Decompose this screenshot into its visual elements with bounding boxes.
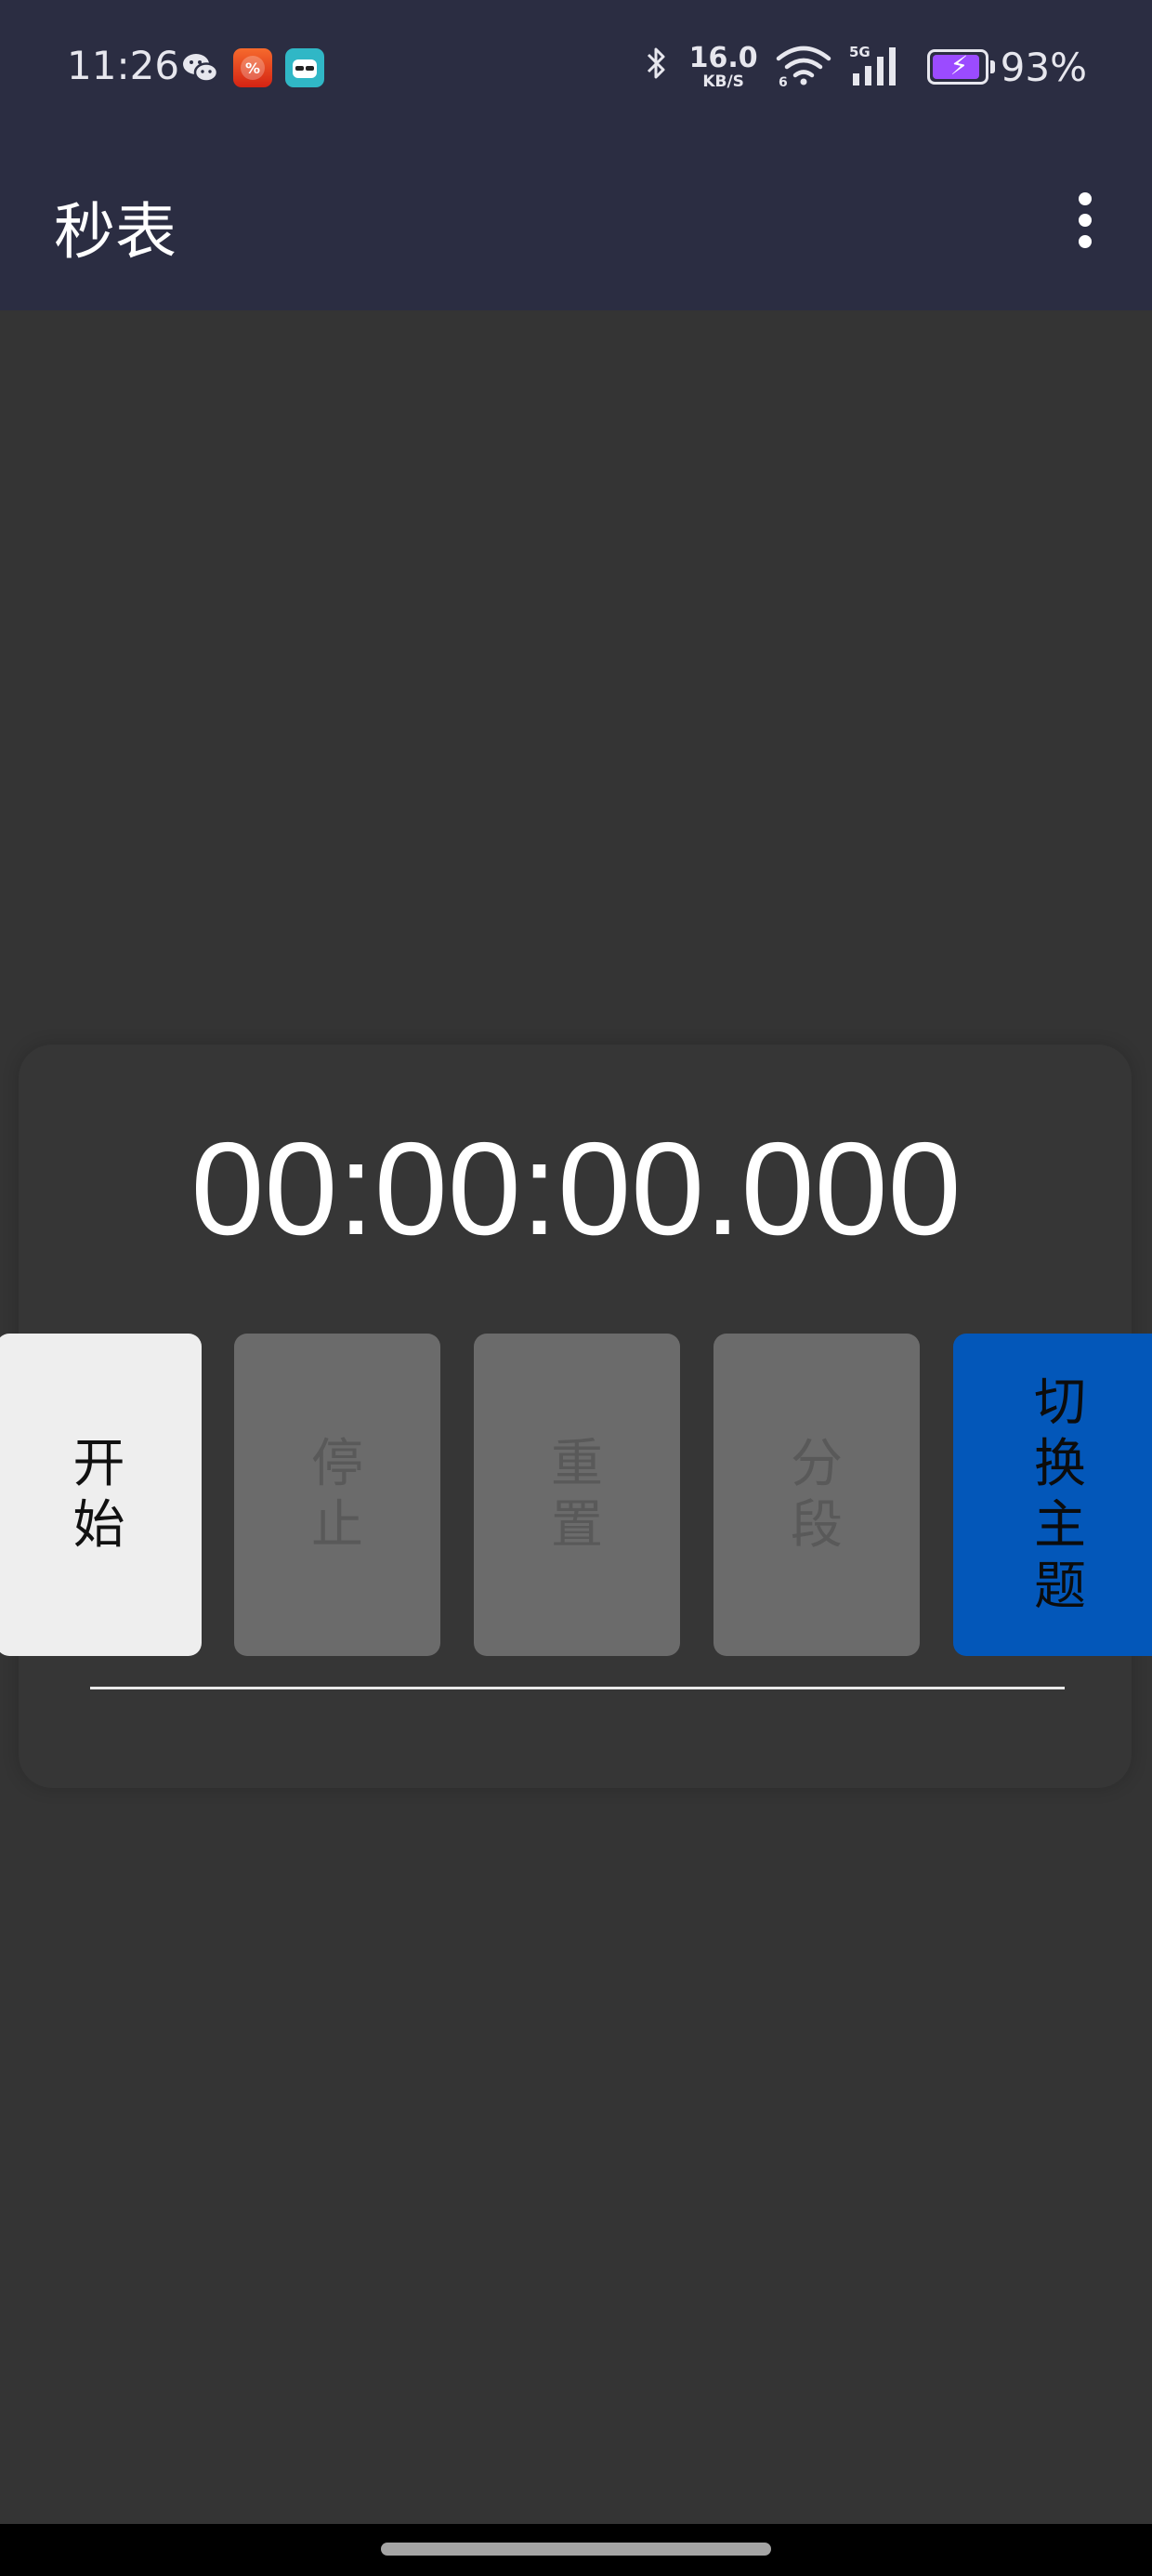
wifi-6-label: 6 [779, 75, 788, 86]
battery-percent: 93% [1000, 44, 1087, 90]
home-gesture-handle[interactable] [381, 2543, 771, 2556]
bluetooth-icon [645, 45, 669, 90]
cellular-signal-icon: 5G [849, 44, 905, 90]
network-speed: 16.0 KB/S [688, 41, 758, 91]
switch-theme-button-label: 切换主题 [1034, 1372, 1086, 1617]
svg-text:%: % [245, 59, 260, 77]
red-app-icon: % [233, 48, 272, 87]
lap-button[interactable]: 分段 [713, 1334, 920, 1656]
start-button[interactable]: 开始 [0, 1334, 202, 1656]
reset-button-label: 重置 [551, 1433, 603, 1556]
battery-indicator: ⚡ 93% [926, 44, 1087, 90]
start-button-label: 开始 [72, 1433, 125, 1556]
screen: 11:26 % 16.0 KB/S 6 5G ⚡ 93% 秒表 00:00:00… [0, 0, 1152, 2576]
status-time: 11:26 [67, 43, 180, 88]
lap-button-label: 分段 [791, 1433, 843, 1556]
stop-button[interactable]: 停止 [234, 1334, 440, 1656]
status-indicators: 16.0 KB/S 6 5G ⚡ 93% [645, 41, 1087, 93]
battery-icon: ⚡ [926, 49, 988, 85]
wechat-icon [181, 48, 220, 87]
switch-theme-button[interactable]: 切换主题 [953, 1334, 1152, 1656]
mobile-network-label: 5G [849, 44, 871, 60]
wifi-icon: 6 [775, 44, 832, 90]
charging-bolt-icon: ⚡ [949, 50, 969, 81]
reset-button[interactable]: 重置 [474, 1334, 680, 1656]
top-bar: 11:26 % 16.0 KB/S 6 5G ⚡ 93% 秒表 [0, 0, 1152, 310]
more-vert-icon[interactable] [1072, 192, 1098, 248]
stop-button-label: 停止 [311, 1433, 363, 1556]
divider [90, 1687, 1065, 1689]
stopwatch-display: 00:00:00.000 [190, 1115, 962, 1263]
app-title: 秒表 [54, 196, 177, 268]
network-speed-unit: KB/S [702, 72, 744, 91]
navigation-bar [0, 2524, 1152, 2576]
magic-app-icon [285, 48, 324, 87]
network-speed-value: 16.0 [688, 41, 758, 74]
